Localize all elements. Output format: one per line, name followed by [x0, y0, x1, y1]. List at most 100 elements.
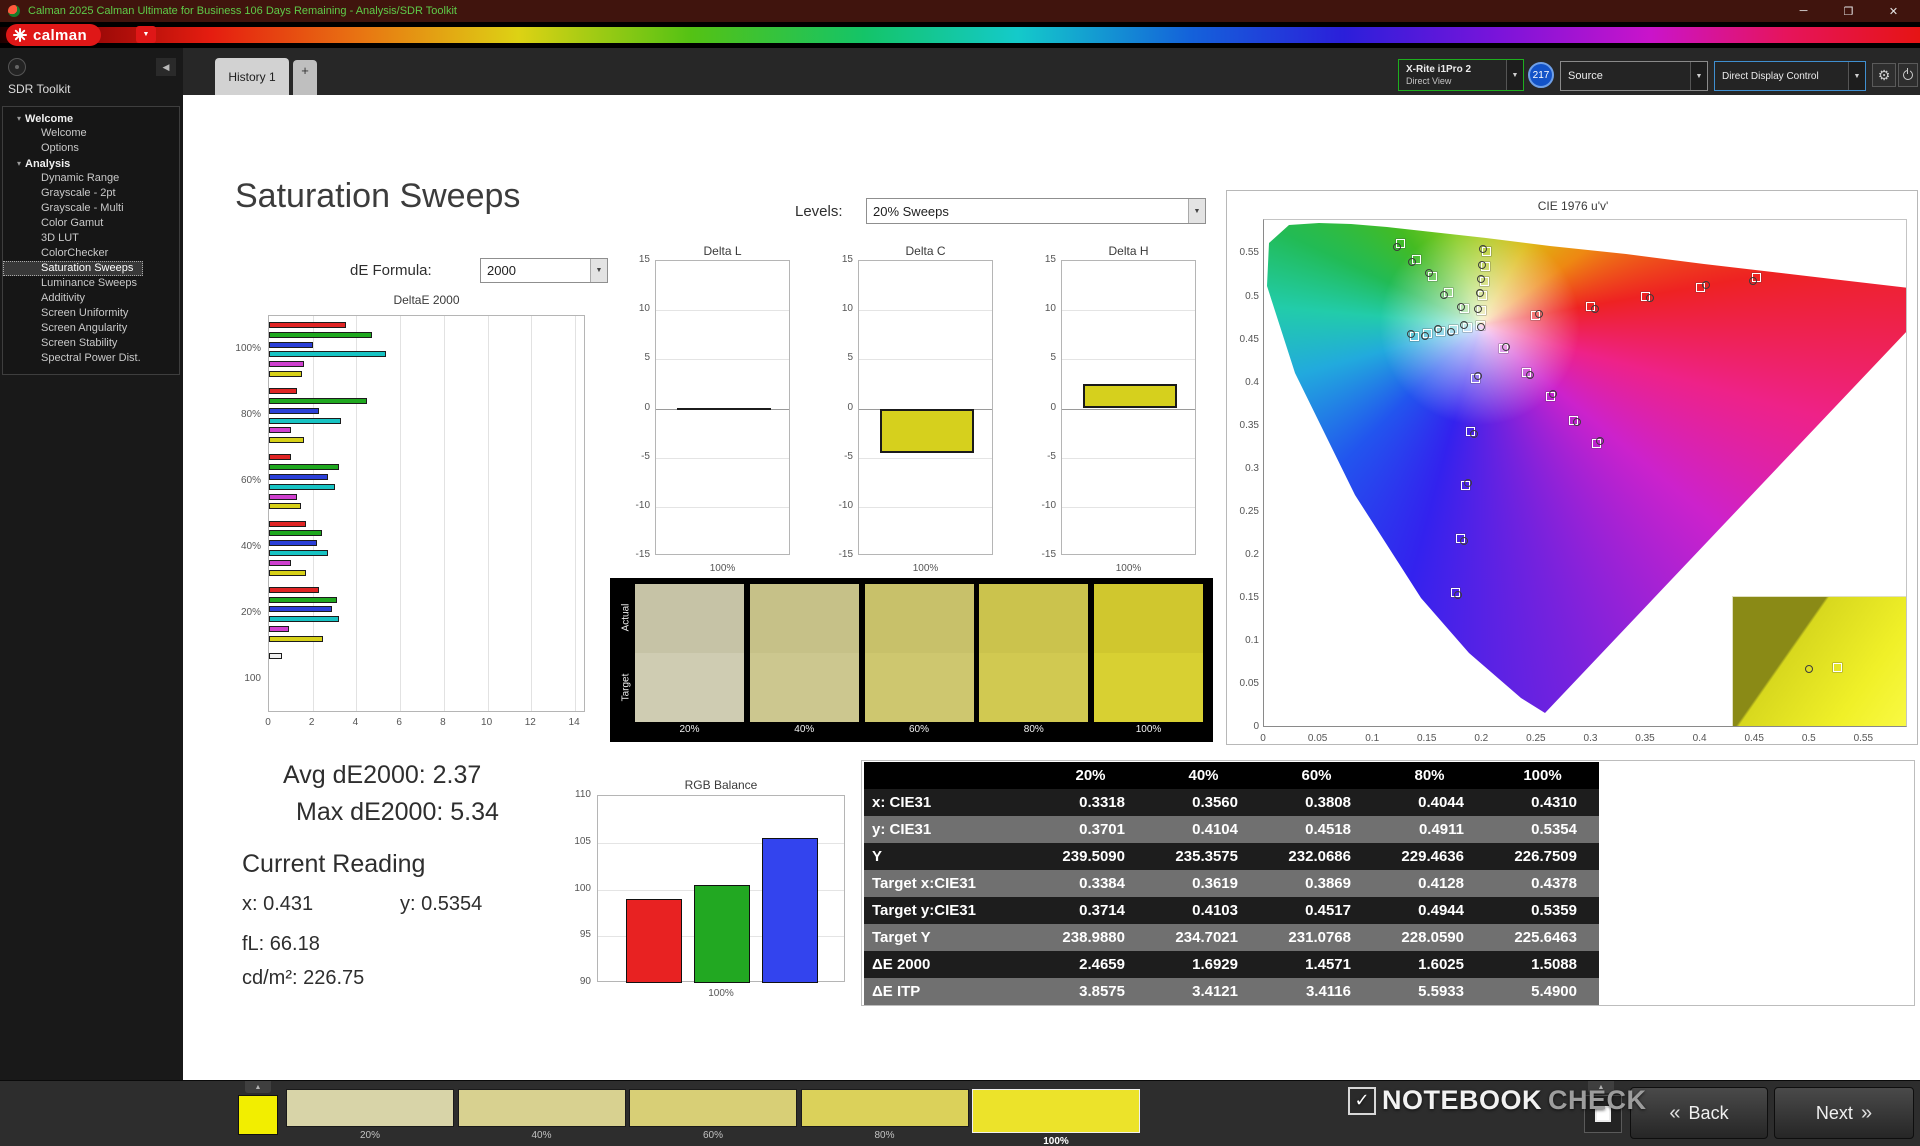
actual-swatch	[864, 584, 974, 653]
reading-cdm2: cd/m²: 226.75	[242, 967, 365, 989]
sidebar-item-additivity[interactable]: Additivity	[3, 291, 179, 306]
table-cell: 231.0768	[1288, 929, 1351, 946]
delta-h-plot	[1061, 260, 1196, 555]
reading-fl: fL: 66.18	[242, 933, 320, 955]
chevron-right-icon: »	[1860, 1101, 1873, 1124]
minimize-button[interactable]: ─	[1781, 0, 1826, 22]
actual-swatch	[1094, 584, 1203, 653]
close-button[interactable]: ✕	[1871, 0, 1916, 22]
cie-y-tick: 0.55	[1239, 247, 1259, 259]
sidebar-item-grayscale-multi[interactable]: Grayscale - Multi	[3, 201, 179, 216]
settings-gear-button[interactable]: ⚙	[1872, 63, 1896, 87]
sidebar-section-welcome[interactable]: ▾ Welcome	[3, 111, 179, 126]
tab-bar: History 1 + X-Rite i1Pro 2 Direct View ▼…	[183, 48, 1920, 95]
chevron-down-icon: ▼	[1848, 62, 1865, 90]
maximize-button[interactable]: ❐	[1826, 0, 1871, 22]
rainbow-gradient	[0, 27, 1920, 43]
table-cell: 0.3560	[1192, 794, 1238, 811]
gridline	[859, 457, 992, 459]
cie-y-tick: 0.45	[1239, 333, 1259, 345]
source-dropdown[interactable]: Source ▼	[1560, 61, 1708, 91]
cie-measured-point	[1454, 590, 1463, 599]
swatch-cell-40: 40%	[749, 584, 859, 736]
table-cell: 234.7021	[1175, 929, 1238, 946]
table-header-row: 20% 40% 60% 80% 100%	[864, 762, 1599, 789]
levels-value: 20% Sweeps	[873, 203, 949, 219]
add-tab-button[interactable]: +	[293, 60, 317, 95]
next-button[interactable]: Next »	[1774, 1087, 1914, 1139]
sidebar-item-grayscale-2pt[interactable]: Grayscale - 2pt	[3, 186, 179, 201]
delta-c-plot	[858, 260, 993, 555]
deltae-bar-yellow	[269, 437, 304, 444]
gridline	[1062, 506, 1195, 508]
back-label: Back	[1688, 1102, 1729, 1123]
sidebar-home-button[interactable]	[8, 58, 26, 76]
sidebar-collapse-button[interactable]: ◀	[156, 58, 176, 76]
calman-logo-button[interactable]: calman	[6, 24, 102, 46]
y-tick: 90	[579, 976, 591, 987]
deltae-bar-blue	[269, 540, 318, 547]
deltae-group-label: 100	[244, 673, 261, 685]
reading-x: x: 0.431	[242, 893, 314, 915]
rgb-bar	[626, 898, 682, 983]
rgb-balance-plot	[597, 795, 845, 983]
deltae-bar-yellow	[269, 569, 306, 576]
chevron-down-icon: ▼	[1506, 60, 1523, 90]
logo-menu-dropdown[interactable]: ▼	[136, 26, 156, 43]
cie-measured-point	[1477, 322, 1486, 331]
collapse-tab-left[interactable]: ▲	[245, 1081, 271, 1093]
rgb-balance-title: RGB Balance	[684, 778, 758, 792]
table-cell: 3.8575	[1079, 983, 1125, 1000]
target-swatch	[979, 653, 1089, 722]
saturation-swatch-100[interactable]: 100%	[972, 1089, 1140, 1146]
saturation-swatch-80[interactable]: 80%	[800, 1089, 969, 1141]
back-button[interactable]: « Back	[1630, 1087, 1768, 1139]
sidebar-item-spectral-power-dist[interactable]: Spectral Power Dist.	[3, 351, 179, 366]
notebookcheck-logo-icon: ✓	[1348, 1086, 1376, 1115]
layout-toggle-button[interactable]	[1584, 1095, 1622, 1133]
levels-dropdown[interactable]: 20% Sweeps ▼	[866, 198, 1206, 224]
cie-measured-point	[1420, 332, 1429, 341]
y-tick: 5	[847, 352, 853, 364]
table-cell: 0.4944	[1418, 902, 1464, 919]
y-tick: 10	[841, 303, 853, 315]
deltae-bar-blue	[269, 473, 328, 480]
sidebar-item-dynamic-range[interactable]: Dynamic Range	[3, 171, 179, 186]
sidebar-item-welcome[interactable]: Welcome	[3, 126, 179, 141]
cie-measured-point	[1805, 665, 1813, 673]
x-label: 100%	[1115, 563, 1142, 574]
sidebar-item-options[interactable]: Options	[3, 141, 179, 156]
de-formula-dropdown[interactable]: 2000 ▼	[480, 258, 608, 283]
table-cell: 0.3619	[1192, 875, 1238, 892]
sidebar-item-screen-stability[interactable]: Screen Stability	[3, 336, 179, 351]
table-cell: 1.4571	[1305, 956, 1351, 973]
saturation-swatch-60[interactable]: 60%	[629, 1089, 797, 1141]
deltae-bar-yellow	[269, 635, 323, 642]
cie-measured-point	[1502, 342, 1511, 351]
table-cell: 232.0686	[1288, 848, 1351, 865]
display-control-dropdown[interactable]: Direct Display Control ▼	[1714, 61, 1866, 91]
measurement-table: 20% 40% 60% 80% 100% x: CIE31 0.3318 0.3560 0.38…	[864, 762, 1599, 1005]
table-cell: 228.0590	[1401, 929, 1464, 946]
brand-bar: calman ▼	[0, 22, 1920, 48]
swatch-cell-80: 80%	[979, 584, 1089, 736]
saturation-swatch-20[interactable]: 20%	[286, 1089, 454, 1141]
sidebar-item-screen-uniformity[interactable]: Screen Uniformity	[3, 306, 179, 321]
tab-history-1[interactable]: History 1	[215, 58, 289, 95]
chevron-left-icon: «	[1669, 1101, 1681, 1124]
sidebar-item-colorchecker[interactable]: ColorChecker	[3, 246, 179, 261]
sidebar-item-luminance-sweeps[interactable]: Luminance Sweeps	[3, 276, 179, 291]
cie-y-tick: 0.1	[1245, 634, 1259, 646]
table-header-cell: 80%	[1414, 767, 1445, 784]
meter-dropdown[interactable]: X-Rite i1Pro 2 Direct View ▼	[1398, 59, 1524, 91]
sidebar-item-saturation-sweeps[interactable]: Saturation Sweeps	[3, 261, 143, 276]
sidebar-item-color-gamut[interactable]: Color Gamut	[3, 216, 179, 231]
reading-count-badge[interactable]: 217	[1528, 62, 1554, 88]
sidebar-item-screen-angularity[interactable]: Screen Angularity	[3, 321, 179, 336]
sidebar-item-3d-lut[interactable]: 3D LUT	[3, 231, 179, 246]
saturation-swatch-40[interactable]: 40%	[457, 1089, 626, 1141]
power-button[interactable]	[1898, 63, 1918, 87]
collapse-tab-right[interactable]: ▲	[1588, 1081, 1614, 1093]
sidebar-section-analysis[interactable]: ▾ Analysis	[3, 156, 179, 171]
table-cell: 1.5088	[1531, 956, 1577, 973]
